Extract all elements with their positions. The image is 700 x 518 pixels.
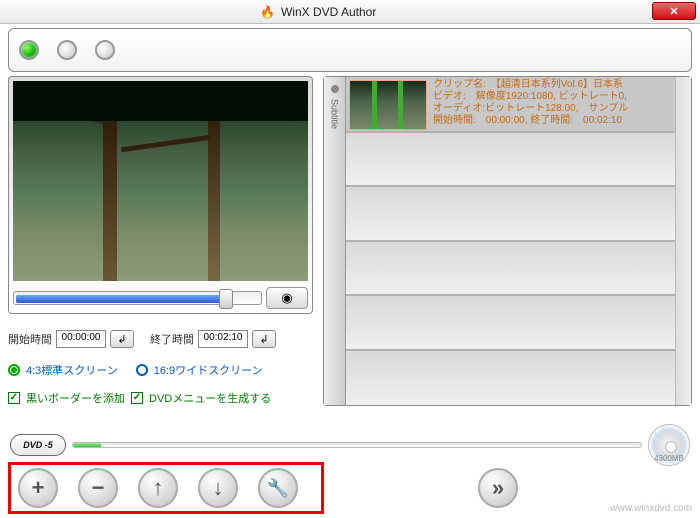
clip-info: クリップ名: 【超清日本系列Vol.6】日本系 ビデオ: 解像度1920:108… bbox=[430, 77, 675, 131]
clip-list-empty-row bbox=[346, 351, 675, 405]
step-indicator bbox=[8, 28, 692, 72]
clip-list-empty-row bbox=[346, 296, 675, 350]
clip-list-empty-row bbox=[346, 242, 675, 296]
arrow-up-icon: ↑ bbox=[153, 475, 164, 501]
clip-list-empty-row bbox=[346, 187, 675, 241]
start-time-input[interactable]: 00:00:00 bbox=[56, 330, 106, 348]
clip-list: クリップ名: 【超清日本系列Vol.6】日本系 ビデオ: 解像度1920:108… bbox=[346, 77, 675, 405]
seek-knob[interactable] bbox=[219, 289, 233, 309]
capacity-track bbox=[72, 442, 642, 448]
remove-button[interactable]: − bbox=[78, 468, 118, 508]
plus-icon: + bbox=[32, 475, 45, 501]
settings-button[interactable]: 🔧 bbox=[258, 468, 298, 508]
window-title: WinX DVD Author bbox=[281, 5, 376, 19]
close-button[interactable]: ✕ bbox=[652, 2, 696, 20]
arrow-down-icon: ↓ bbox=[213, 475, 224, 501]
preview-box: ◉ bbox=[8, 76, 313, 314]
black-border-label: 黒いボーダーを添加 bbox=[26, 390, 125, 406]
app-icon-flame: 🔥 bbox=[260, 5, 275, 19]
minus-icon: − bbox=[92, 475, 105, 501]
time-row: 開始時間 00:00:00 ↲ 終了時間 00:02:10 ↲ bbox=[8, 330, 313, 348]
video-preview-content bbox=[13, 81, 308, 281]
step-led-3[interactable] bbox=[95, 40, 115, 60]
step-led-2[interactable] bbox=[57, 40, 77, 60]
return-icon: ↲ bbox=[117, 333, 126, 346]
move-down-button[interactable]: ↓ bbox=[198, 468, 238, 508]
dvd-menu-checkbox[interactable] bbox=[131, 392, 143, 404]
move-up-button[interactable]: ↑ bbox=[138, 468, 178, 508]
scrollbar[interactable] bbox=[675, 77, 691, 405]
preview-pane: ◉ 開始時間 00:00:00 ↲ 終了時間 00:02:10 ↲ 4:3標準ス… bbox=[8, 76, 313, 406]
start-time-label: 開始時間 bbox=[8, 331, 52, 347]
clip-thumbnail bbox=[349, 80, 427, 130]
subtitle-label: Subtitle bbox=[330, 99, 340, 129]
return-icon: ↲ bbox=[259, 333, 268, 346]
snapshot-button[interactable]: ◉ bbox=[266, 287, 308, 309]
options-row: 黒いボーダーを添加 DVDメニューを生成する bbox=[8, 390, 313, 406]
dvd-type-selector[interactable]: DVD -5 bbox=[10, 434, 66, 456]
aspect-43-label: 4:3標準スクリーン bbox=[26, 362, 118, 378]
aspect-169-label: 16:9ワイドスクリーン bbox=[154, 362, 263, 378]
footer-url: www.winxdvd.com bbox=[610, 503, 692, 514]
end-time-input[interactable]: 00:02:10 bbox=[198, 330, 248, 348]
clip-list-pane: Subtitle クリップ名: 【超清日本系列Vol.6】日本系 ビデオ: 解像… bbox=[323, 76, 692, 406]
aspect-ratio-row: 4:3標準スクリーン 16:9ワイドスクリーン bbox=[8, 362, 313, 378]
dvd-menu-label: DVDメニューを生成する bbox=[149, 390, 271, 406]
capacity-fill bbox=[73, 443, 101, 447]
start-time-apply[interactable]: ↲ bbox=[110, 330, 134, 348]
step-led-1-active[interactable] bbox=[19, 40, 39, 60]
seek-bar[interactable] bbox=[13, 291, 262, 305]
titlebar: 🔥 WinX DVD Author ✕ bbox=[0, 0, 700, 24]
clip-list-item[interactable]: クリップ名: 【超清日本系列Vol.6】日本系 ビデオ: 解像度1920:108… bbox=[346, 77, 675, 133]
aspect-43-radio[interactable] bbox=[8, 364, 20, 376]
clip-list-empty-row bbox=[346, 133, 675, 187]
bottom-toolbar: + − ↑ ↓ 🔧 » bbox=[8, 462, 692, 514]
chevron-right-icon: » bbox=[492, 475, 504, 501]
camera-icon: ◉ bbox=[281, 290, 292, 306]
capacity-label: 4300MB bbox=[654, 454, 684, 463]
app-window: 🔥 WinX DVD Author ✕ bbox=[0, 0, 700, 518]
video-preview[interactable] bbox=[13, 81, 308, 281]
dot-icon bbox=[331, 85, 339, 93]
dvd-capacity-row: DVD -5 4300MB bbox=[10, 424, 690, 466]
add-button[interactable]: + bbox=[18, 468, 58, 508]
end-time-apply[interactable]: ↲ bbox=[252, 330, 276, 348]
wrench-icon: 🔧 bbox=[267, 478, 289, 499]
next-button[interactable]: » bbox=[478, 468, 518, 508]
end-time-label: 終了時間 bbox=[150, 331, 194, 347]
disc-icon: 4300MB bbox=[648, 424, 690, 466]
subtitle-tab[interactable]: Subtitle bbox=[324, 77, 346, 405]
aspect-169-radio[interactable] bbox=[136, 364, 148, 376]
black-border-checkbox[interactable] bbox=[8, 392, 20, 404]
